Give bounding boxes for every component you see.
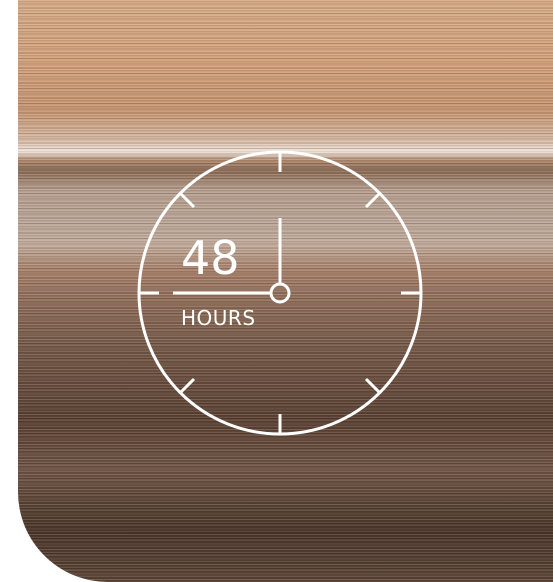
hours-value: 48 [181, 231, 240, 285]
tick-130 [364, 191, 382, 209]
clock-icon [137, 150, 423, 436]
tick-1030 [178, 191, 196, 209]
tick-730 [178, 377, 196, 395]
hours-label: HOURS [181, 306, 256, 330]
center-pin [269, 282, 291, 304]
tick-430 [364, 377, 382, 395]
